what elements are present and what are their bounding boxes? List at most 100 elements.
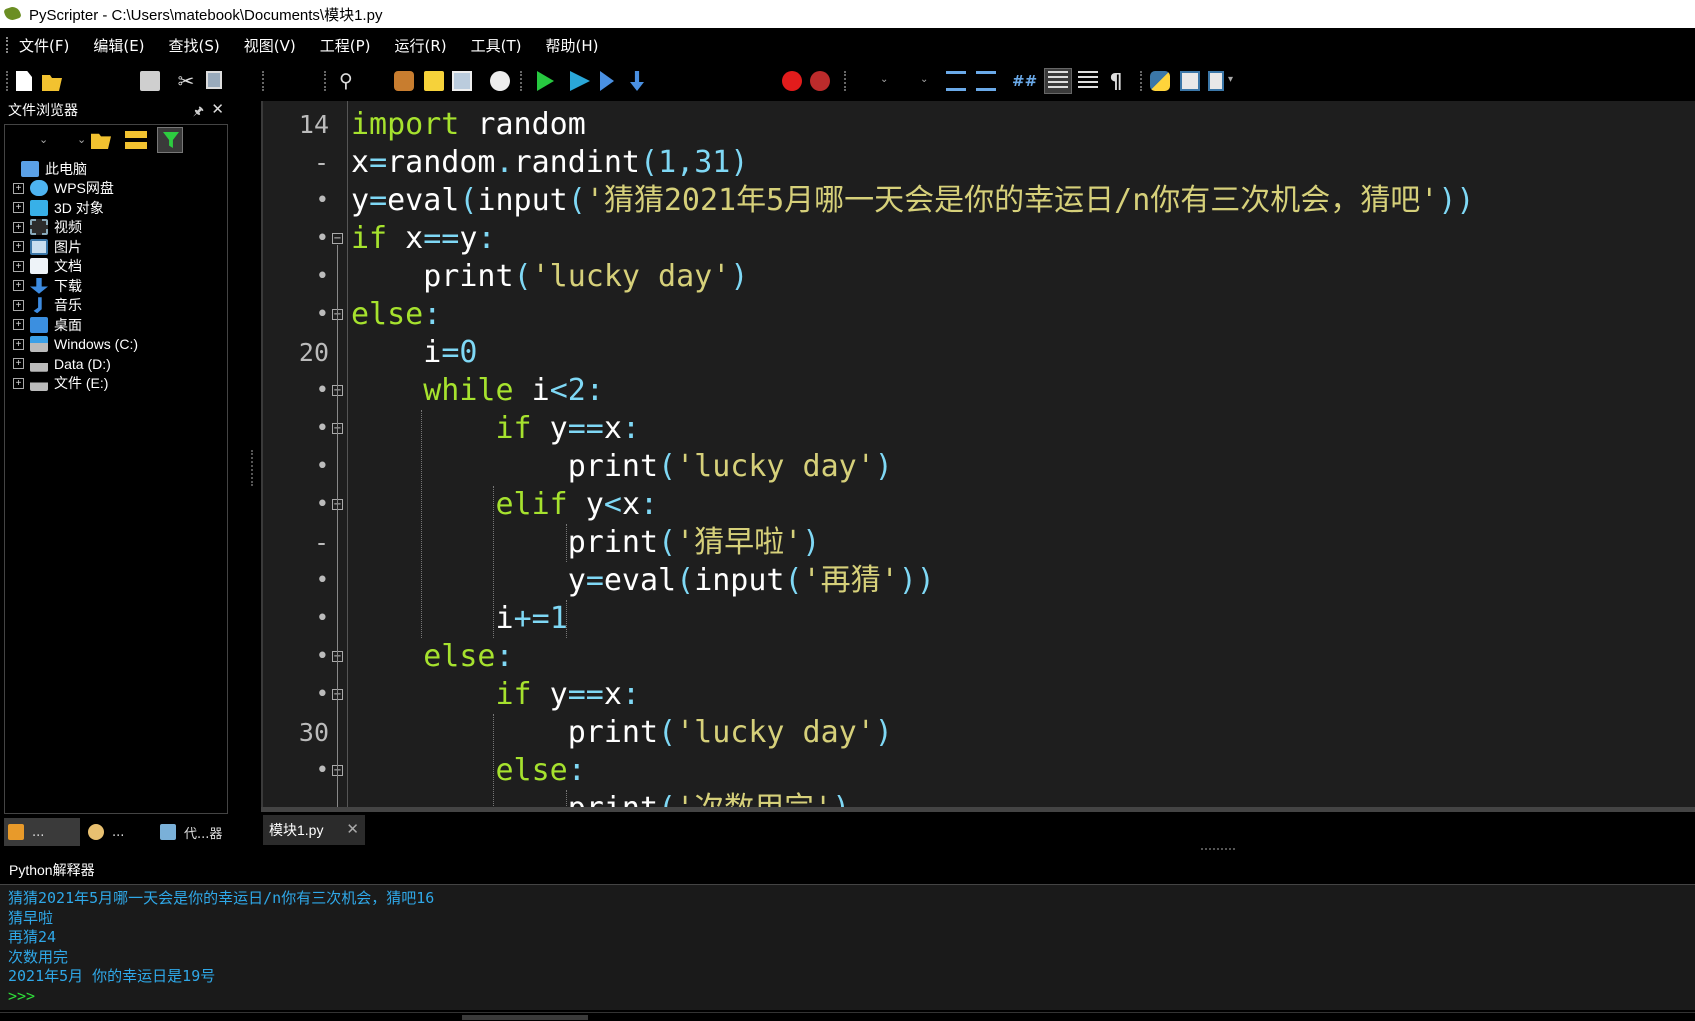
splitter-handle[interactable] (251, 450, 254, 486)
code-line[interactable]: if y==x: (351, 410, 640, 448)
code-editor[interactable]: 14-••−••−20•−•−••−-•••−•−30•−- import ra… (261, 101, 1695, 809)
folder-open-icon[interactable] (91, 133, 111, 149)
expand-icon[interactable]: + (13, 241, 24, 253)
fold-toggle-icon[interactable]: − (332, 233, 343, 244)
code-line[interactable]: if y==x: (351, 676, 640, 714)
menu-search[interactable]: 查找(S) (169, 35, 231, 56)
breakpoint-icon[interactable] (782, 71, 802, 91)
code-line[interactable]: while i<2: (351, 372, 604, 410)
code-line[interactable]: y=eval(input('再猜')) (351, 562, 935, 600)
print-icon[interactable] (140, 71, 160, 91)
expand-icon[interactable]: + (13, 221, 24, 233)
expand-icon[interactable]: + (13, 280, 24, 292)
menu-view[interactable]: 视图(V) (244, 35, 307, 56)
comment-icon[interactable]: ## (1012, 71, 1037, 91)
find-icon[interactable]: ⚲ (336, 71, 356, 91)
window-icon[interactable] (1208, 71, 1224, 91)
line-numbers-icon[interactable] (1048, 71, 1068, 91)
python-icon[interactable] (1150, 71, 1170, 91)
code-line[interactable]: if x==y: (351, 220, 496, 258)
pilcrow-icon[interactable]: ¶ (1106, 71, 1126, 91)
code-area[interactable]: import random x=random.randint(1,31) y=eva… (351, 101, 1695, 809)
help-bubble-icon[interactable] (490, 71, 510, 91)
splitter-handle[interactable] (1201, 848, 1235, 851)
find-in-files-icon[interactable] (424, 71, 444, 91)
tree-item[interactable]: + 3D 对象 (13, 198, 138, 218)
python-interpreter[interactable]: 猜猜2021年5月哪一天会是你的幸运日/n你有三次机会，猜吧16 猜早啦 再猜2… (0, 884, 1695, 1010)
code-line[interactable]: else: (351, 752, 585, 790)
expand-icon[interactable]: + (13, 202, 24, 214)
menu-edit[interactable]: 编辑(E) (93, 35, 155, 56)
menu-run[interactable]: 运行(R) (394, 35, 457, 56)
menu-grip-handle[interactable] (6, 37, 9, 53)
cut-icon[interactable]: ✂ (176, 71, 196, 91)
screenshot-icon[interactable] (452, 71, 472, 91)
filter-icon[interactable] (157, 127, 183, 153)
tab-code-explorer[interactable]: 代...器 (156, 818, 232, 846)
file-browser-panel: 文件浏览器 🖈 ✕ ⌄ ⌄ 此电脑 + WPS网盘 + 3D 对象 + 视频 +… (0, 98, 232, 814)
code-line[interactable]: y=eval(input('猜猜2021年5月哪一天会是你的幸运日/n你有三次机… (351, 182, 1475, 220)
chevron-down-icon[interactable]: ⌄ (880, 74, 890, 85)
debug-icon[interactable] (570, 71, 590, 91)
chevron-down-icon[interactable]: ▾ (1228, 74, 1238, 85)
tree-item[interactable]: + 下载 (13, 276, 138, 296)
step-over-icon[interactable] (600, 71, 614, 91)
word-wrap-icon[interactable] (1078, 71, 1098, 91)
menu-help[interactable]: 帮助(H) (546, 35, 610, 56)
code-line[interactable]: elif y<x: (351, 486, 658, 524)
tree-root[interactable]: 此电脑 (21, 159, 138, 179)
expand-icon[interactable]: + (13, 319, 24, 331)
tab-module1[interactable]: 模块1.py ✕ (263, 815, 365, 845)
tree-item[interactable]: + 图片 (13, 237, 138, 257)
close-icon[interactable]: ✕ (211, 100, 224, 118)
chevron-down-icon[interactable]: ⌄ (920, 74, 930, 85)
tree-item[interactable]: + 桌面 (13, 315, 138, 335)
line-number: • (315, 188, 329, 213)
tree-item[interactable]: + Data (D:) (13, 354, 138, 374)
toolbar-grip[interactable] (6, 71, 8, 91)
expand-icon[interactable]: + (13, 338, 24, 350)
expand-icon[interactable]: + (13, 377, 24, 389)
new-file-icon[interactable] (16, 71, 32, 91)
code-line[interactable]: print('lucky day') (351, 258, 748, 296)
code-line[interactable]: else: (351, 296, 441, 334)
tab-file-explorer[interactable]: ... (4, 818, 80, 846)
expand-icon[interactable]: + (13, 260, 24, 272)
code-line[interactable]: x=random.randint(1,31) (351, 144, 748, 182)
tree-item[interactable]: + 文件 (E:) (13, 374, 138, 394)
tree-item[interactable]: + 文档 (13, 257, 138, 277)
code-line[interactable]: print('lucky day') (351, 714, 893, 752)
expand-icon[interactable]: + (13, 299, 24, 311)
tab-project-explorer[interactable]: ... (84, 818, 156, 846)
replace-icon[interactable] (394, 71, 414, 91)
code-line[interactable]: print('lucky day') (351, 448, 893, 486)
copy-icon[interactable] (206, 71, 222, 89)
chevron-down-icon[interactable]: ⌄ (77, 133, 86, 146)
indent-icon[interactable] (946, 71, 966, 91)
tree-view-icon[interactable] (125, 131, 147, 149)
open-file-icon[interactable] (42, 75, 62, 91)
code-line[interactable]: import random (351, 106, 586, 144)
code-line[interactable]: i+=1 (351, 600, 567, 638)
expand-icon[interactable]: + (13, 182, 24, 194)
interpreter-prompt[interactable]: >>> (8, 987, 1695, 1007)
code-line[interactable]: else: (351, 638, 513, 676)
close-tab-icon[interactable]: ✕ (346, 820, 359, 838)
clear-breakpoints-icon[interactable] (810, 71, 830, 91)
menu-file[interactable]: 文件(F) (19, 35, 80, 56)
tree-item[interactable]: + 视频 (13, 218, 138, 238)
chevron-down-icon[interactable]: ⌄ (39, 133, 48, 146)
tree-item[interactable]: + WPS网盘 (13, 179, 138, 199)
tree-item-label: 文档 (54, 258, 82, 275)
dedent-icon[interactable] (976, 71, 996, 91)
tree-item[interactable]: + 音乐 (13, 296, 138, 316)
step-into-icon[interactable] (630, 71, 644, 91)
tree-item[interactable]: + Windows (C:) (13, 335, 138, 355)
run-icon[interactable] (537, 71, 554, 91)
expand-icon[interactable]: + (13, 358, 24, 370)
menu-tools[interactable]: 工具(T) (471, 35, 533, 56)
layout-icon[interactable] (1180, 71, 1200, 91)
code-line[interactable]: i=0 (351, 334, 477, 372)
menu-project[interactable]: 工程(P) (320, 35, 382, 56)
pin-icon[interactable]: 🖈 (193, 102, 204, 123)
